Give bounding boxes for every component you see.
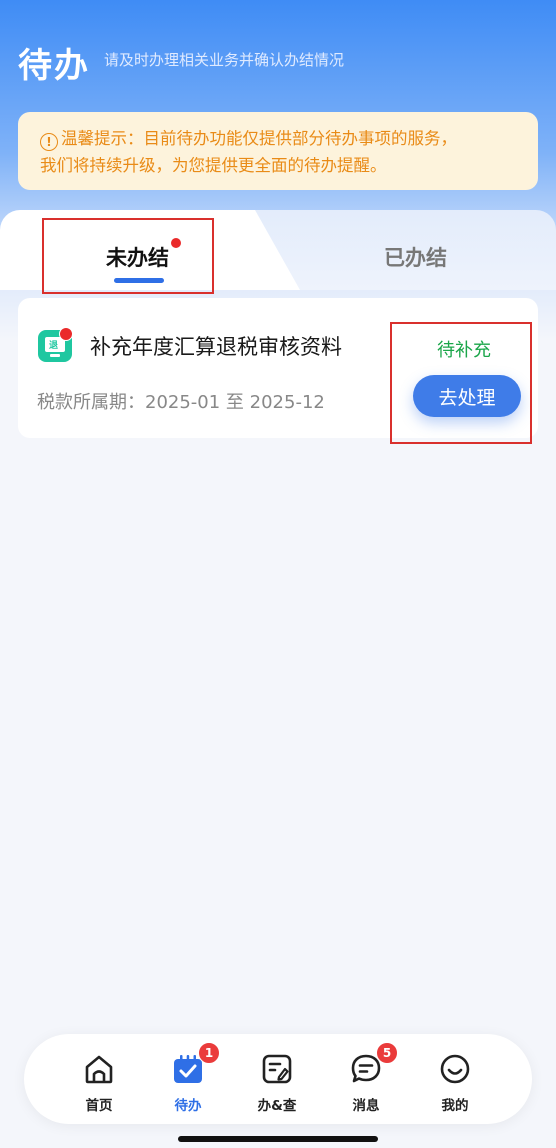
nav-label-message: 消息 [352,1098,380,1114]
nav-label-handle-query: 办&查 [257,1098,297,1114]
nav-item-home[interactable]: 首页 [67,1048,131,1118]
task-period: 税款所属期：2025-01 至 2025-12 [37,388,325,414]
notice-text-2: 我们将持续升级，为您提供更全面的待办提醒。 [40,156,387,175]
nav-item-handle-query[interactable]: 办&查 [245,1048,309,1118]
task-title: 补充年度汇算退税审核资料 [90,335,342,359]
nav-item-mine[interactable]: 我的 [423,1048,487,1118]
nav-label-todo: 待办 [174,1098,202,1114]
task-period-label: 税款所属期： [37,392,145,413]
task-period-value: 2025-01 至 2025-12 [145,392,325,413]
message-badge: 5 [376,1042,398,1064]
tab-completed-label[interactable]: 已办结 [384,242,447,272]
nav-label-mine: 我的 [441,1098,469,1114]
highlight-box-tab [42,218,214,294]
page-title: 待办 [18,46,90,86]
handle-query-icon [262,1054,292,1084]
home-indicator [178,1136,378,1142]
notice-text-1: 温馨提示：目前待办功能仅提供部分待办事项的服务， [61,129,457,148]
page-subtitle: 请及时办理相关业务并确认办结情况 [104,51,345,69]
task-unread-dot [59,327,73,341]
notice-banner: ! 温馨提示：目前待办功能仅提供部分待办事项的服务， 我们将持续升级，为您提供更全… [18,112,538,190]
tax-refund-icon-glyph: 退 [49,341,59,351]
notice-line-1: ! 温馨提示：目前待办功能仅提供部分待办事项的服务， [40,125,520,152]
smile-icon [440,1054,470,1084]
nav-label-home: 首页 [85,1098,113,1114]
todo-badge: 1 [198,1042,220,1064]
home-icon [85,1055,113,1084]
highlight-box-action [390,322,532,444]
info-circle-icon: ! [40,133,58,151]
